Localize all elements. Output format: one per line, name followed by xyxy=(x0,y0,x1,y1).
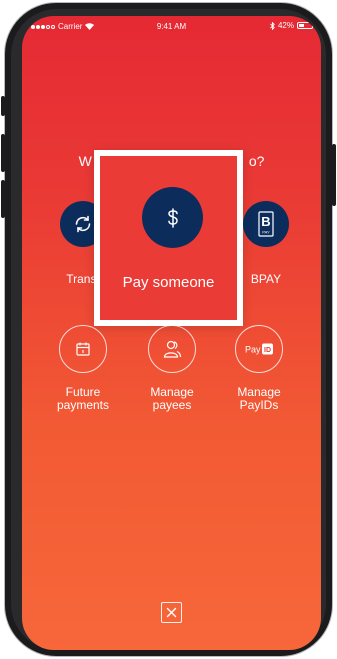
manage-payees-label: Manage payees xyxy=(124,386,220,412)
battery-icon xyxy=(297,22,315,29)
close-button[interactable] xyxy=(161,602,182,623)
status-bar: Carrier 9:41 AM 42% xyxy=(22,16,321,36)
app-screen: Carrier 9:41 AM 42% Wo? Transf B PAY BPA… xyxy=(22,16,321,650)
close-icon xyxy=(166,607,177,618)
manage-payids-label: Manage PayIDs xyxy=(211,386,307,412)
battery-percent: 42% xyxy=(277,21,294,30)
manage-payees-option[interactable]: Manage payees xyxy=(124,325,220,412)
pay-someone-option[interactable]: Pay someone xyxy=(94,150,243,326)
dollar-icon xyxy=(142,187,203,248)
battery-fill xyxy=(299,24,305,27)
power-button xyxy=(332,144,336,206)
question-start: W xyxy=(78,153,92,169)
silent-switch xyxy=(1,96,5,116)
bluetooth-icon xyxy=(270,21,275,30)
future-payments-label: Future payments xyxy=(35,386,131,412)
payid-logo-text: Pay xyxy=(245,345,261,355)
future-payments-label-line2: payments xyxy=(56,398,110,412)
svg-text:PAY: PAY xyxy=(262,230,270,235)
payid-logo-icon: Pay ID xyxy=(235,325,283,373)
manage-payids-label-line2: PayIDs xyxy=(239,398,279,412)
pay-someone-label: Pay someone xyxy=(122,274,215,291)
people-icon xyxy=(148,325,196,373)
volume-up-button xyxy=(1,134,5,172)
svg-text:B: B xyxy=(261,214,270,229)
question-end: o? xyxy=(248,153,265,169)
status-indicators: 42% xyxy=(270,21,315,30)
future-payments-option[interactable]: Future payments xyxy=(35,325,131,412)
calendar-icon xyxy=(59,325,107,373)
manage-payees-label-line2: payees xyxy=(152,398,192,412)
volume-down-button xyxy=(1,180,5,218)
bpay-logo-icon: B PAY xyxy=(243,201,289,247)
payid-logo-badge: ID xyxy=(264,347,271,354)
manage-payids-option[interactable]: Pay ID Manage PayIDs xyxy=(211,325,307,412)
